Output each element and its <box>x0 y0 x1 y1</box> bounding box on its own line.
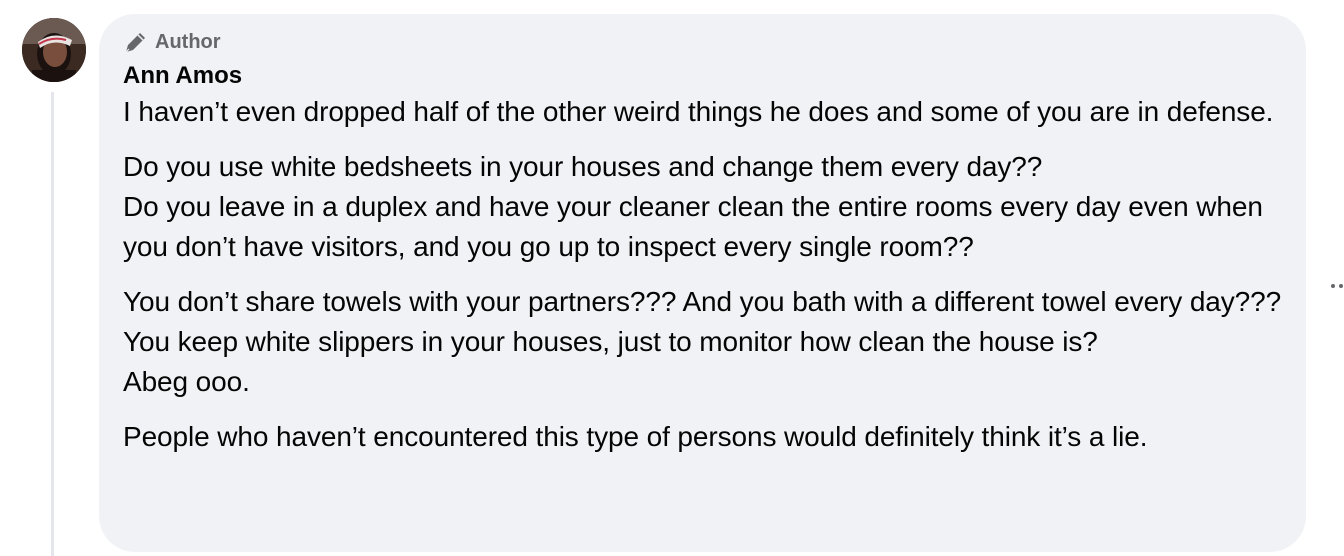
avatar-image <box>22 18 86 82</box>
avatar[interactable] <box>22 18 86 82</box>
pen-icon <box>123 29 149 55</box>
author-name[interactable]: Ann Amos <box>123 60 1282 92</box>
author-badge-label: Author <box>155 30 221 53</box>
comment-paragraph: You don’t share towels with your partner… <box>123 286 1282 397</box>
more-options-icon[interactable] <box>1330 278 1344 288</box>
comment-paragraph: People who haven’t encountered this type… <box>123 421 1148 452</box>
comment-paragraph: Do you use white bedsheets in your house… <box>123 151 1263 262</box>
comment-thread: Author Ann Amos I haven’t even dropped h… <box>0 0 1344 556</box>
comment-body: I haven’t even dropped half of the other… <box>123 92 1282 457</box>
author-badge: Author <box>123 28 1282 56</box>
comment-bubble: Author Ann Amos I haven’t even dropped h… <box>99 14 1306 552</box>
thread-line <box>51 92 54 556</box>
comment-paragraph: I haven’t even dropped half of the other… <box>123 96 1274 127</box>
